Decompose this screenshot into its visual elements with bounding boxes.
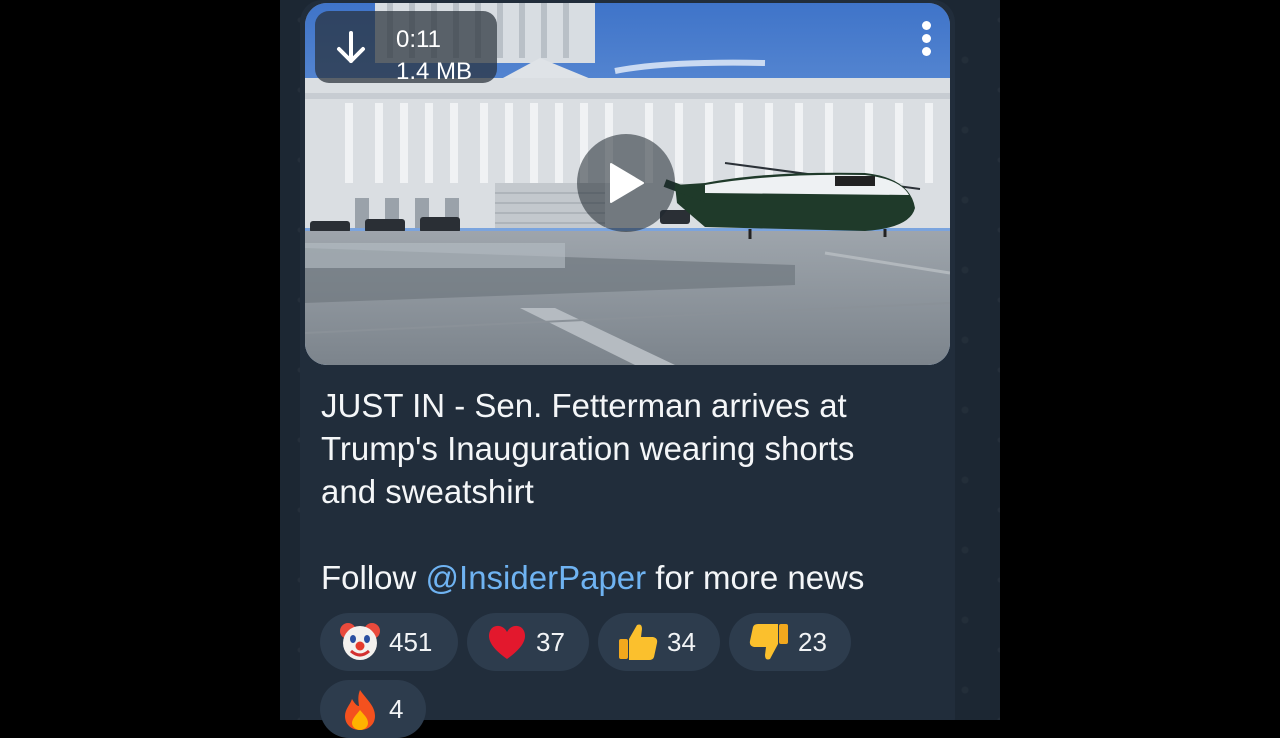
follow-suffix: for more news [646,559,865,596]
caption-line: and sweatshirt [321,473,534,510]
thumbs-down-icon [749,624,788,660]
post-caption: JUST IN - Sen. Fetterman arrives at Trum… [321,384,941,599]
reaction-thumbs-up[interactable]: 34 [598,613,720,671]
reaction-clown[interactable]: 451 [320,613,458,671]
thumbs-up-icon [619,624,658,660]
download-badge[interactable]: 0:11 1.4 MB [315,11,497,85]
reaction-count: 23 [798,626,827,657]
more-vert-icon[interactable] [920,21,932,61]
clown-face-icon [340,623,380,660]
reaction-count: 451 [389,626,433,657]
red-heart-icon [488,625,526,659]
follow-line: Follow @InsiderPaper for more news [321,556,941,599]
caption-line: JUST IN - Sen. Fetterman arrives at [321,387,847,424]
video-file-size: 1.4 MB [396,58,473,85]
reaction-count: 34 [667,626,696,657]
play-button[interactable] [577,134,675,232]
mention-link[interactable]: @InsiderPaper [426,559,647,596]
download-arrow-icon[interactable] [335,31,367,67]
caption-line: Trump's Inauguration wearing shorts [321,430,855,467]
video-preview[interactable]: 0:11 1.4 MB [305,3,950,365]
follow-prefix: Follow [321,559,426,596]
fire-icon [345,690,375,730]
reaction-heart[interactable]: 37 [467,613,589,671]
video-duration: 0:11 [396,26,441,53]
reaction-thumbs-down[interactable]: 23 [729,613,851,671]
reaction-fire[interactable]: 4 [320,680,426,738]
play-icon [610,163,644,203]
reaction-count: 37 [536,626,565,657]
